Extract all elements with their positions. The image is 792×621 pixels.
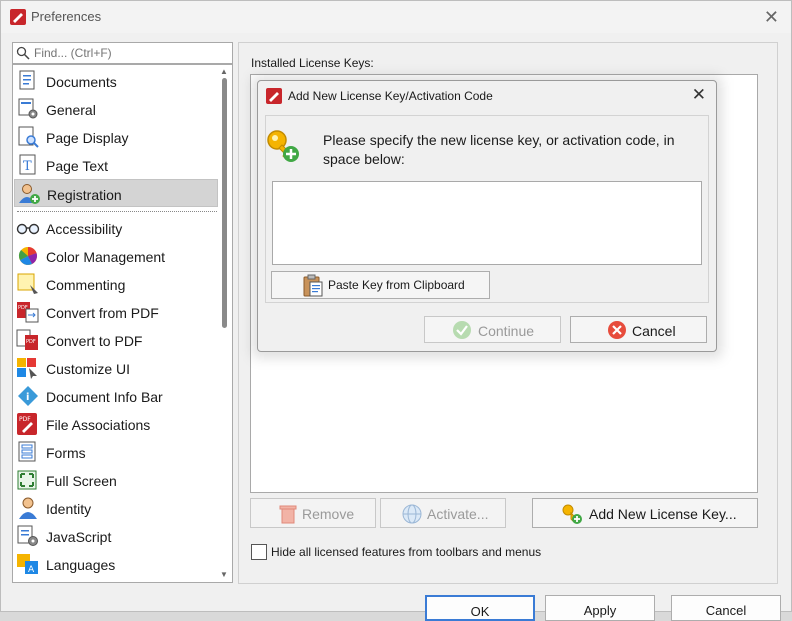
category-label: Color Management [46,249,166,265]
add-license-key-button[interactable]: Add New License Key... [532,498,758,528]
category-item-page-display[interactable]: Page Display [14,123,218,151]
file-associations-icon: PDF [17,413,37,435]
category-separator [17,211,217,212]
forms-icon [18,441,36,462]
category-label: Page Text [46,158,109,174]
category-label: Page Display [46,130,129,146]
category-item-languages[interactable]: A Languages [14,550,218,578]
category-item-file-associations[interactable]: PDF File Associations [14,410,218,438]
full-screen-icon [17,470,37,490]
remove-button[interactable]: Remove [250,498,376,528]
scroll-thumb[interactable] [222,78,227,328]
search-icon [16,46,30,60]
category-label: General [46,102,96,118]
check-circle-icon [453,321,471,339]
clipboard-icon [303,274,323,297]
scroll-up-icon[interactable]: ▲ [219,68,229,76]
title-bar: Preferences ✕ [1,1,791,33]
dialog-message: Please specify the new license key, or a… [323,132,675,167]
category-label: JavaScript [46,529,112,545]
category-label: Document Info Bar [46,389,163,405]
category-label: Identity [46,501,92,517]
general-icon [18,98,38,119]
svg-text:PDF: PDF [26,339,36,345]
activate-button[interactable]: Activate... [380,498,506,528]
ok-button[interactable]: OK [425,595,535,621]
license-key-input[interactable] [272,181,702,265]
category-item-general[interactable]: General [14,95,218,123]
svg-text:A: A [28,565,35,575]
registration-icon [19,184,40,204]
hide-features-label: Hide all licensed features from toolbars… [271,545,542,559]
convert-from-pdf-icon: PDF [17,302,39,323]
identity-icon [19,497,37,519]
continue-button[interactable]: Continue [424,316,561,343]
page-text-icon: T [19,154,36,175]
category-item-identity[interactable]: Identity [14,494,218,522]
dialog-cancel-button[interactable]: Cancel [570,316,707,343]
svg-text:PDF: PDF [19,416,31,423]
cancel-circle-icon [608,321,626,339]
category-item-full-screen[interactable]: Full Screen [14,466,218,494]
customize-ui-icon [17,358,37,379]
trash-icon [279,505,297,524]
category-item-javascript[interactable]: JavaScript [14,522,218,550]
apply-button[interactable]: Apply [545,595,655,621]
globe-icon [402,504,422,524]
category-label: Accessibility [46,221,123,237]
key-add-icon [562,504,582,524]
javascript-icon [17,525,38,546]
search-field[interactable] [12,42,233,64]
commenting-icon [17,273,38,294]
category-label: Convert to PDF [46,333,143,349]
category-item-registration[interactable]: Registration [14,179,218,207]
category-label: Documents [46,74,117,90]
category-item-document-info-bar[interactable]: i Document Info Bar [14,382,218,410]
svg-text:T: T [23,159,32,174]
category-item-documents[interactable]: Documents [14,67,218,95]
svg-text:i: i [26,392,29,403]
category-label: Customize UI [46,361,131,377]
document-info-bar-icon: i [18,386,38,406]
accessibility-icon [16,223,40,235]
key-add-icon [267,130,299,162]
dialog-title: Add New License Key/Activation Code [288,89,493,103]
page-display-icon [18,126,39,148]
installed-keys-label: Installed License Keys: [251,56,374,70]
category-label: Commenting [46,277,126,293]
category-label: Full Screen [46,473,117,489]
category-label: Convert from PDF [46,305,159,321]
cancel-button[interactable]: Cancel [671,595,781,621]
category-item-forms[interactable]: Forms [14,438,218,466]
color-management-icon [18,246,37,265]
category-item-page-text[interactable]: T Page Text [14,151,218,179]
category-item-convert-from-pdf[interactable]: PDF Convert from PDF [14,298,218,326]
category-label: File Associations [46,417,151,433]
app-logo-icon [266,88,282,104]
hide-features-checkbox[interactable] [251,544,267,560]
category-item-convert-to-pdf[interactable]: PDF Convert to PDF [14,326,218,354]
scroll-down-icon[interactable]: ▼ [219,571,229,579]
app-logo-icon [10,9,26,25]
category-label: Forms [46,445,86,461]
documents-icon [19,70,35,90]
convert-to-pdf-icon: PDF [16,329,38,350]
category-label: Registration [47,187,122,203]
category-item-commenting[interactable]: Commenting [14,270,218,298]
category-label: Languages [46,557,116,573]
window-title: Preferences [31,9,102,24]
category-scrollbar[interactable]: ▲ ▼ [217,66,231,581]
category-list[interactable]: Documents General Page Display T Page Te… [12,64,233,583]
close-icon[interactable]: ✕ [764,7,779,28]
paste-key-button[interactable]: Paste Key from Clipboard [271,271,490,299]
search-input[interactable] [32,45,227,61]
dialog-close-icon[interactable]: ✕ [692,85,706,105]
category-item-customize-ui[interactable]: Customize UI [14,354,218,382]
category-item-accessibility[interactable]: Accessibility [14,214,218,242]
languages-icon: A [17,554,38,575]
category-item-color-management[interactable]: Color Management [14,242,218,270]
